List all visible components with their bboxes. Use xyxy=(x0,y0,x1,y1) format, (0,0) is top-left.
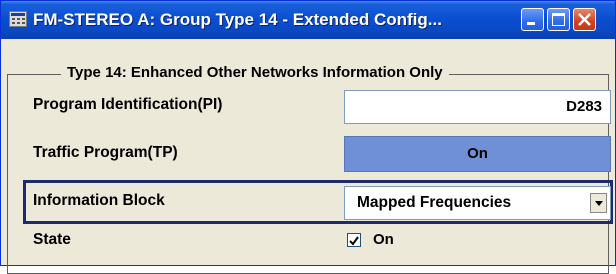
pi-label: Program Identification(PI) xyxy=(33,96,223,113)
state-checkbox[interactable] xyxy=(347,233,361,247)
information-block-label: Information Block xyxy=(33,192,165,209)
minimize-button[interactable] xyxy=(521,8,544,31)
group-legend: Type 14: Enhanced Other Networks Informa… xyxy=(61,60,449,86)
close-icon xyxy=(578,13,591,26)
close-button[interactable] xyxy=(573,8,596,31)
maximize-button[interactable] xyxy=(547,8,570,31)
tp-label: Traffic Program(TP) xyxy=(33,144,178,161)
minimize-icon xyxy=(527,22,535,25)
title-bar[interactable]: FM-STEREO A: Group Type 14 - Extended Co… xyxy=(1,1,615,39)
config-window: FM-STEREO A: Group Type 14 - Extended Co… xyxy=(0,0,616,274)
window-title: FM-STEREO A: Group Type 14 - Extended Co… xyxy=(33,10,442,29)
pi-input[interactable]: D283 xyxy=(344,90,611,124)
information-block-value: Mapped Frequencies xyxy=(357,194,512,211)
state-label: State xyxy=(33,231,71,248)
dropdown-button[interactable] xyxy=(590,193,607,213)
maximize-icon xyxy=(552,13,565,26)
information-block-select[interactable]: Mapped Frequencies xyxy=(344,186,611,220)
chevron-down-icon xyxy=(595,201,603,206)
state-checkbox-label[interactable]: On xyxy=(373,229,394,251)
checkmark-icon xyxy=(349,236,359,246)
settings-window-icon xyxy=(9,11,27,27)
tp-toggle-button[interactable]: On xyxy=(344,136,611,172)
